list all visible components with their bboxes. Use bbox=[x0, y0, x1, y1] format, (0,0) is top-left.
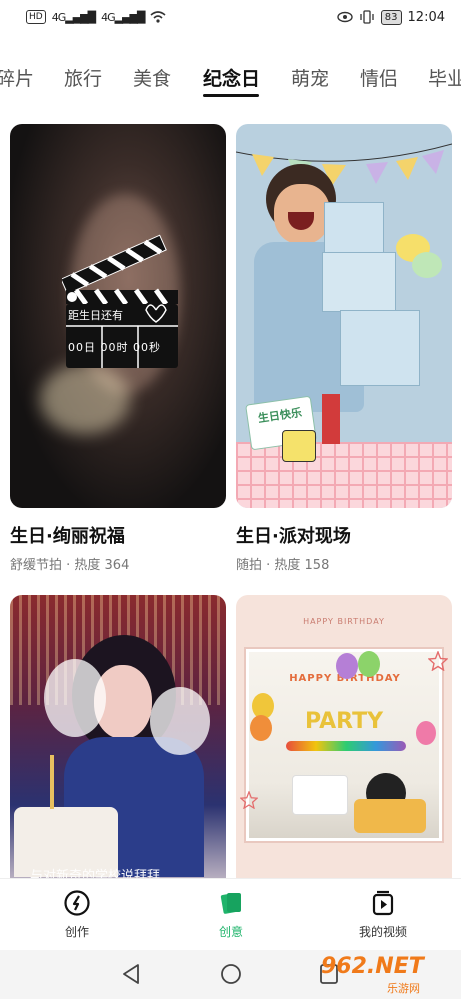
battery-icon: 83 bbox=[380, 9, 402, 25]
tab-food[interactable]: 美食 bbox=[133, 64, 171, 91]
candle bbox=[50, 755, 54, 809]
tab-anniversary[interactable]: 纪念日 bbox=[203, 64, 260, 91]
tab-couples[interactable]: 情侣 bbox=[360, 64, 398, 91]
status-bar: HD 4G▂▄▆█ 4G▂▄▆█ 83 12:04 bbox=[0, 0, 461, 34]
cake-table bbox=[292, 775, 348, 815]
home-icon[interactable] bbox=[219, 962, 243, 986]
nav-create[interactable]: 创作 bbox=[32, 889, 122, 940]
wifi-icon bbox=[150, 11, 166, 23]
eye-icon bbox=[337, 11, 353, 23]
vibrate-icon bbox=[360, 10, 374, 24]
card-title: 生日·绚丽祝福 bbox=[10, 526, 125, 547]
category-tabs: 碎片 旅行 美食 纪念日 萌宠 情侣 毕业 bbox=[0, 56, 461, 100]
card-title: 生日·派对现场 bbox=[236, 526, 351, 547]
card-meta: 随拍 · 热度 158 bbox=[236, 558, 330, 573]
idea-cards-icon bbox=[220, 893, 241, 914]
bottom-navigation: 创作 创意 我的视频 bbox=[0, 878, 461, 950]
signal-icon: 4G▂▄▆█ bbox=[51, 10, 96, 24]
nav-label: 创意 bbox=[218, 925, 243, 939]
tab-pets[interactable]: 萌宠 bbox=[291, 64, 329, 91]
template-card[interactable]: 生日快乐 生日·派对现场 随拍 · 热度 158 bbox=[236, 124, 452, 574]
balloon-pink bbox=[416, 721, 436, 745]
cake-character bbox=[282, 430, 316, 462]
sign-text: 生日快乐 bbox=[257, 406, 303, 426]
star-doodle-icon bbox=[428, 651, 448, 671]
card-meta: 舒缓节拍 · 热度 364 bbox=[10, 558, 130, 573]
child-legs bbox=[322, 394, 340, 444]
my-video-icon bbox=[372, 890, 394, 916]
hd-icon: HD bbox=[26, 10, 46, 24]
active-tab-indicator bbox=[203, 94, 259, 97]
create-icon bbox=[64, 890, 90, 916]
countdown-label: 距生日还有 bbox=[68, 309, 123, 322]
tab-fragments[interactable]: 碎片 bbox=[0, 64, 34, 91]
template-thumbnail[interactable]: 与对新奇的学校说拜拜 bbox=[10, 595, 226, 895]
nav-label: 我的视频 bbox=[358, 925, 407, 939]
template-card[interactable]: 距生日还有 00日 00时 00秒 生日·绚丽祝福 舒缓节拍 · 热度 364 bbox=[10, 124, 226, 574]
rainbow-garland bbox=[286, 741, 406, 751]
clock: 12:04 bbox=[407, 9, 445, 25]
nav-ideas[interactable]: 创意 bbox=[186, 889, 276, 940]
party-balloon-letters: PARTY bbox=[304, 709, 384, 734]
gift-box bbox=[340, 310, 420, 386]
signal-icon: 4G▂▄▆█ bbox=[101, 10, 145, 24]
header-text: HAPPY BIRTHDAY bbox=[303, 617, 385, 626]
template-card[interactable]: HAPPY BIRTHDAY HAPPY BIRTHDAY PARTY bbox=[236, 595, 452, 895]
template-thumbnail[interactable]: HAPPY BIRTHDAY HAPPY BIRTHDAY PARTY bbox=[236, 595, 452, 895]
nav-my-videos[interactable]: 我的视频 bbox=[338, 889, 428, 940]
back-icon[interactable] bbox=[120, 962, 142, 986]
photo-frame: HAPPY BIRTHDAY PARTY bbox=[244, 647, 444, 843]
countdown-value: 00日 00时 00秒 bbox=[68, 341, 161, 354]
balloon-green bbox=[358, 651, 380, 677]
checkered-floor bbox=[236, 442, 452, 508]
watermark-sub: 乐游网 bbox=[387, 982, 420, 995]
balloon-right bbox=[150, 687, 210, 755]
template-thumbnail[interactable]: 距生日还有 00日 00时 00秒 bbox=[10, 124, 226, 508]
site-watermark: 962.NET 乐游网 bbox=[321, 952, 451, 996]
gift-box bbox=[324, 202, 384, 256]
balloon-purple bbox=[336, 653, 358, 679]
blurred-flower bbox=[40, 364, 130, 434]
nav-label: 创作 bbox=[64, 925, 89, 939]
template-thumbnail[interactable]: 生日快乐 bbox=[236, 124, 452, 508]
balloon-left bbox=[44, 659, 106, 737]
template-card[interactable]: 与对新奇的学校说拜拜 bbox=[10, 595, 226, 895]
tab-graduation[interactable]: 毕业 bbox=[428, 64, 461, 91]
bunny-balloon bbox=[412, 252, 442, 278]
balloon-orange bbox=[250, 715, 272, 741]
star-doodle-icon bbox=[240, 791, 258, 809]
tab-travel[interactable]: 旅行 bbox=[64, 64, 102, 91]
gift-box bbox=[322, 252, 396, 312]
watermark-brand: 962.NET bbox=[321, 954, 424, 979]
high-chair bbox=[354, 799, 426, 833]
